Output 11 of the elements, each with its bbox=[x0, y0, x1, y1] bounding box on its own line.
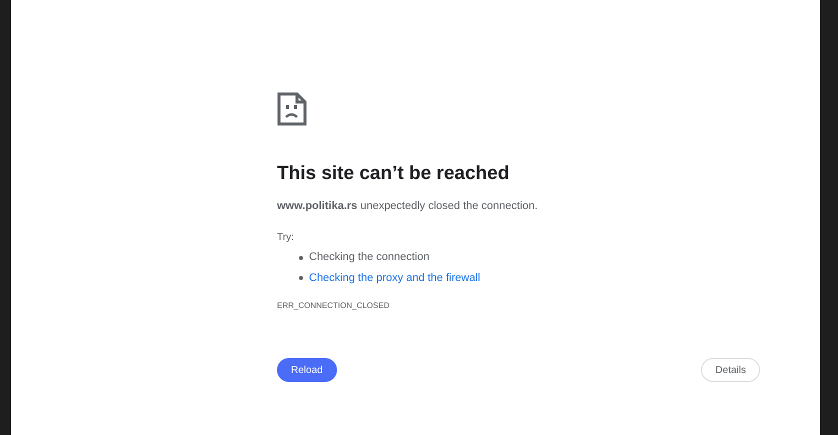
try-label: Try: bbox=[277, 231, 295, 246]
details-button[interactable]: Details bbox=[701, 358, 760, 382]
bullet-icon bbox=[299, 276, 303, 280]
sad-page-icon bbox=[277, 92, 307, 126]
suggestion-link[interactable]: Checking the proxy and the firewall bbox=[309, 270, 480, 286]
reload-button[interactable]: Reload bbox=[277, 358, 337, 382]
error-code: ERR_CONNECTION_CLOSED bbox=[277, 300, 390, 312]
error-heading: This site can’t be reached bbox=[277, 162, 510, 186]
error-message: www.politika.rs unexpectedly closed the connection. bbox=[277, 198, 539, 214]
suggestion-text: Checking the connection bbox=[309, 250, 430, 266]
bullet-icon bbox=[299, 256, 303, 260]
